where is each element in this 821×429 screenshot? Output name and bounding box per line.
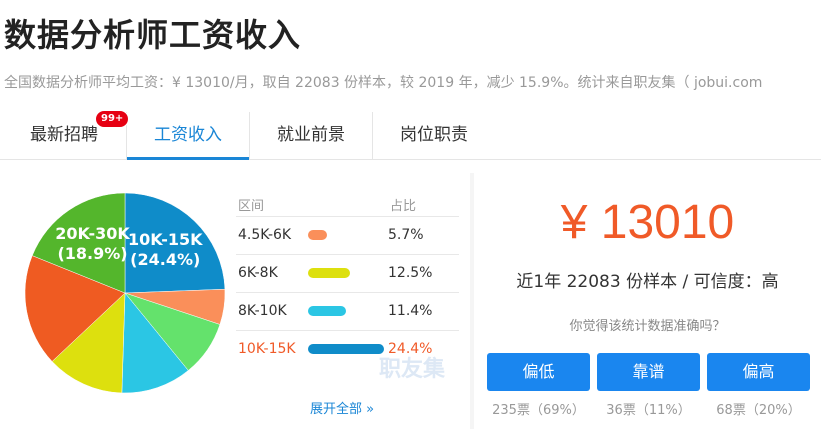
salary-pie-chart: 10K-15K(24.4%)20K-30K(18.9%): [24, 192, 226, 394]
pie-label-range: 10K-15K: [128, 230, 203, 249]
watermark: 职友集: [379, 357, 446, 382]
vote-high-button[interactable]: 偏高: [707, 353, 810, 391]
range-label: 6K-8K: [238, 265, 278, 281]
range-header: 区间: [238, 199, 265, 214]
average-salary: ¥ 13010: [560, 196, 735, 249]
vote-low-count: 235票（69%）: [492, 403, 585, 418]
range-pct: 5.7%: [388, 227, 424, 243]
range-label: 4.5K-6K: [238, 227, 292, 243]
range-pct: 12.5%: [388, 265, 433, 281]
vote-reliable-button[interactable]: 靠谱: [597, 353, 700, 391]
expand-all-link[interactable]: 展开全部 »: [310, 398, 374, 417]
page-title: 数据分析师工资收入: [4, 16, 302, 54]
stats-card: ¥ 13010 近1年 22083 份样本 / 可信度：高 你觉得该统计数据准确…: [474, 173, 821, 429]
salary-summary: 全国数据分析师平均工资：¥ 13010/月，取自 22083 份样本，较 201…: [4, 75, 763, 91]
range-pct: 11.4%: [388, 303, 433, 319]
tab-duties[interactable]: 岗位职责: [373, 112, 495, 160]
pie-label-pct: (18.9%): [57, 244, 127, 263]
distribution-row: 4.5K-6K 5.7%: [236, 216, 459, 254]
accuracy-question: 你觉得该统计数据准确吗？: [569, 319, 726, 334]
tab-salary[interactable]: 工资收入: [127, 112, 249, 160]
pie-label-pct: (24.4%): [130, 250, 200, 269]
vote-reliable-count: 36票（11%）: [606, 403, 691, 418]
salary-panel: 10K-15K (24.4%) 20K-30K (18.9%) 区间 占比 4.5K-…: [4, 173, 821, 429]
vote-low-button[interactable]: 偏低: [487, 353, 590, 391]
vote-high-count: 68票（20%）: [716, 403, 801, 418]
new-jobs-badge: 99+: [95, 110, 130, 128]
distribution-row: 8K-10K 11.4%: [236, 292, 459, 330]
sample-info: 近1年 22083 份样本 / 可信度：高: [516, 272, 779, 292]
range-bar: [308, 344, 384, 354]
range-label: 10K-15K: [238, 341, 296, 357]
tab-prospects[interactable]: 就业前景: [250, 112, 372, 160]
range-bar: [308, 306, 346, 316]
distribution-row: 6K-8K 12.5%: [236, 254, 459, 292]
range-bar: [308, 230, 327, 240]
range-label: 8K-10K: [238, 303, 287, 319]
distribution-card: 10K-15K (24.4%) 20K-30K (18.9%) 区间 占比 4.5K-…: [4, 173, 470, 429]
range-bar: [308, 268, 350, 278]
pie-label-range: 20K-30K: [55, 224, 130, 243]
pct-header: 占比: [390, 199, 417, 214]
